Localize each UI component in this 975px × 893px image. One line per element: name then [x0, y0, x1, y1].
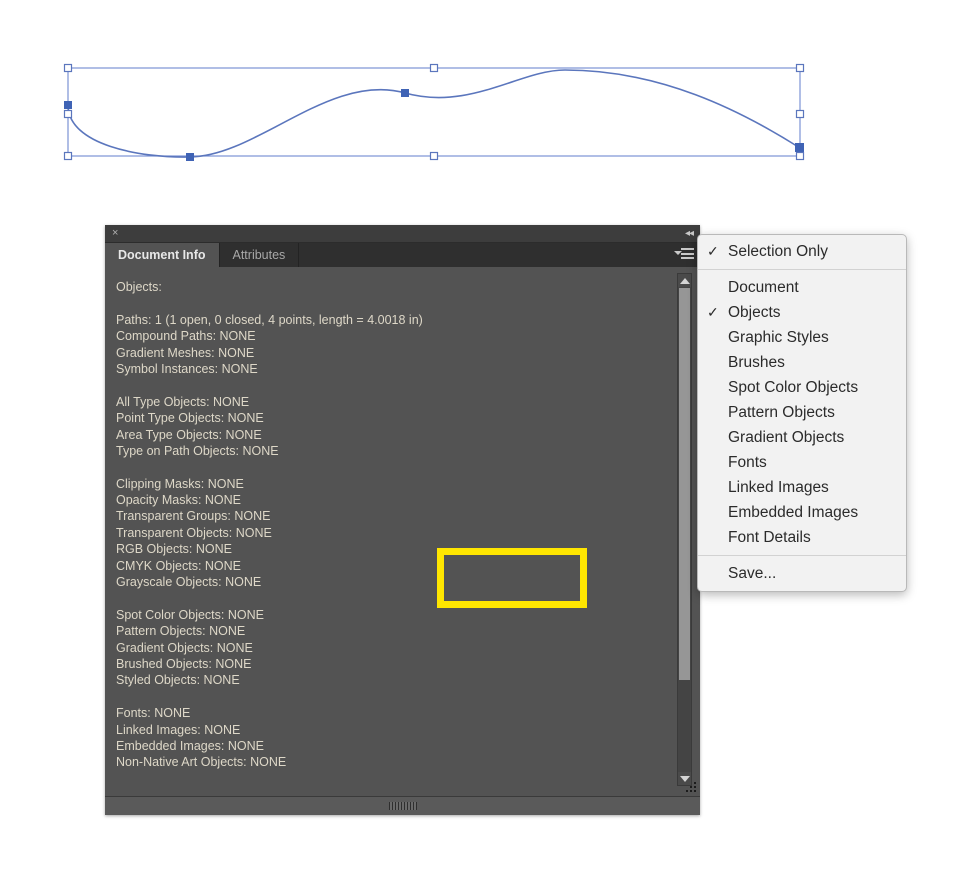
menu-item-selection-only[interactable]: ✓ Selection Only: [698, 239, 906, 264]
panel-flyout-menu: ✓ Selection Only Document ✓ Objects Graphic S…: [697, 234, 907, 592]
info-line: Point Type Objects: NONE: [116, 411, 264, 426]
info-line: Transparent Objects: NONE: [116, 525, 272, 540]
panel-tab-bar: Document Info Attributes: [105, 243, 700, 267]
info-line: Linked Images: NONE: [116, 722, 241, 737]
menu-item-brushes[interactable]: Brushes: [698, 350, 906, 375]
menu-item-fonts[interactable]: Fonts: [698, 450, 906, 475]
menu-item-save[interactable]: Save...: [698, 561, 906, 586]
scroll-up-arrow-icon[interactable]: [678, 274, 691, 287]
menu-item-font-details[interactable]: Font Details: [698, 525, 906, 550]
menu-item-linked-images[interactable]: Linked Images: [698, 475, 906, 500]
menu-item-label: Graphic Styles: [728, 329, 829, 346]
info-line: Paths: 1 (1 open, 0 closed, 4 points, le…: [116, 312, 423, 327]
check-icon: ✓: [707, 304, 719, 320]
menu-item-label: Font Details: [728, 529, 811, 546]
menu-item-embedded-images[interactable]: Embedded Images: [698, 500, 906, 525]
menu-item-label: Document: [728, 279, 799, 296]
info-line: Transparent Groups: NONE: [116, 509, 271, 524]
menu-item-label: Brushes: [728, 354, 785, 371]
check-icon: ✓: [707, 243, 719, 259]
menu-item-spot-color-objects[interactable]: Spot Color Objects: [698, 375, 906, 400]
info-line: CMYK Objects: NONE: [116, 558, 242, 573]
tab-bar-filler: [299, 243, 700, 267]
menu-item-label: Pattern Objects: [728, 404, 835, 421]
info-line: Gradient Meshes: NONE: [116, 345, 255, 360]
panel-menu-icon[interactable]: [674, 248, 694, 262]
menu-item-label: Save...: [728, 565, 777, 582]
panel-resize-grip-icon[interactable]: [685, 781, 697, 793]
info-line: Brushed Objects: NONE: [116, 656, 252, 671]
info-line: Non-Native Art Objects: NONE: [116, 755, 287, 770]
menu-item-graphic-styles[interactable]: Graphic Styles: [698, 325, 906, 350]
info-line: All Type Objects: NONE: [116, 394, 250, 409]
info-line: Pattern Objects: NONE: [116, 624, 246, 639]
info-line: Clipping Masks: NONE: [116, 476, 244, 491]
menu-item-label: Selection Only: [728, 243, 828, 260]
menu-item-gradient-objects[interactable]: Gradient Objects: [698, 425, 906, 450]
info-line: Embedded Images: NONE: [116, 738, 264, 753]
bezier-curve-path[interactable]: [67, 69, 801, 158]
info-line: Compound Paths: NONE: [116, 329, 256, 344]
path-anchor-points: [64, 89, 804, 161]
panel-content-area: Objects: Paths: 1 (1 open, 0 closed, 4 p…: [105, 267, 700, 796]
menu-item-objects[interactable]: ✓ Objects: [698, 300, 906, 325]
info-line: Styled Objects: NONE: [116, 673, 240, 688]
panel-footer-bar: [105, 796, 700, 815]
document-info-panel: × ◂◂ Document Info Attributes Objects: P…: [105, 225, 700, 815]
tab-attributes[interactable]: Attributes: [220, 243, 300, 267]
menu-item-pattern-objects[interactable]: Pattern Objects: [698, 400, 906, 425]
panel-title-bar[interactable]: × ◂◂: [105, 225, 700, 243]
menu-item-label: Linked Images: [728, 479, 829, 496]
menu-separator: [698, 555, 906, 556]
menu-separator: [698, 269, 906, 270]
selection-handles: [63, 63, 805, 161]
document-info-text: Objects: Paths: 1 (1 open, 0 closed, 4 p…: [116, 279, 650, 771]
info-line: Gradient Objects: NONE: [116, 640, 253, 655]
info-line: Opacity Masks: NONE: [116, 493, 242, 508]
info-line: Objects:: [116, 280, 162, 294]
scrollbar-thumb[interactable]: [679, 288, 690, 680]
close-icon[interactable]: ×: [112, 226, 118, 241]
menu-item-label: Gradient Objects: [728, 429, 845, 446]
info-line: Area Type Objects: NONE: [116, 427, 262, 442]
menu-item-label: Embedded Images: [728, 504, 859, 521]
info-line: Spot Color Objects: NONE: [116, 607, 264, 622]
menu-item-label: Objects: [728, 304, 781, 321]
info-line: Grayscale Objects: NONE: [116, 575, 262, 590]
info-line: Symbol Instances: NONE: [116, 361, 258, 376]
menu-item-label: Fonts: [728, 454, 767, 471]
info-line: Type on Path Objects: NONE: [116, 443, 279, 458]
info-line: Fonts: NONE: [116, 706, 191, 721]
artboard-canvas: [0, 0, 975, 215]
tab-document-info[interactable]: Document Info: [105, 243, 220, 267]
menu-item-document[interactable]: Document: [698, 275, 906, 300]
panel-drag-grip-icon[interactable]: [388, 802, 417, 810]
info-line: RGB Objects: NONE: [116, 542, 232, 557]
panel-scrollbar[interactable]: [677, 273, 692, 786]
bezier-path-svg[interactable]: [0, 0, 975, 215]
menu-item-label: Spot Color Objects: [728, 379, 859, 396]
selection-bounding-box: [67, 67, 801, 157]
collapse-panel-icon[interactable]: ◂◂: [685, 226, 694, 241]
